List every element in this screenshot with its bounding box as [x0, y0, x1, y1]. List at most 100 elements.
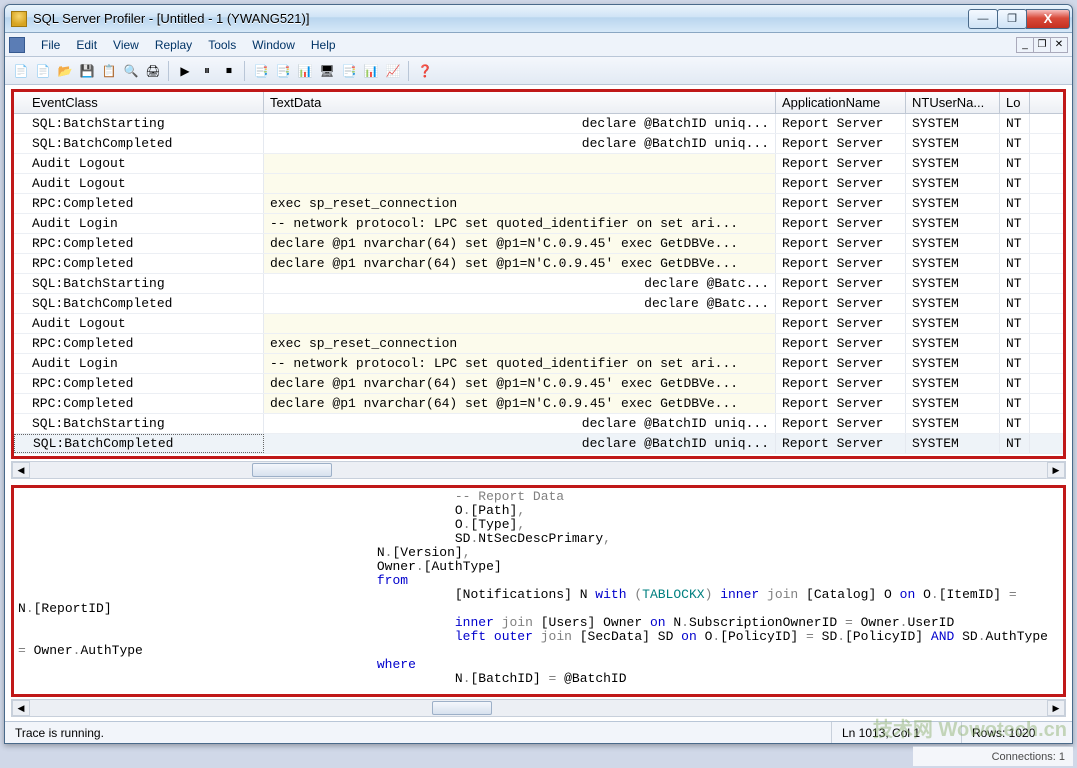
mdi-system-icon[interactable]: [9, 37, 25, 53]
cell: SYSTEM: [906, 374, 1000, 393]
toolbar-button-14[interactable]: 📊: [295, 61, 315, 81]
toolbar-button-20[interactable]: ❓: [415, 61, 435, 81]
sql-line: Owner.[AuthType]: [18, 560, 1059, 574]
cell: Audit Login: [14, 214, 264, 233]
cell: SQL:BatchCompleted: [14, 134, 264, 153]
cell: Audit Login: [14, 354, 264, 373]
table-row[interactable]: SQL:BatchStartingdeclare @BatchID uniq..…: [14, 114, 1063, 134]
table-row[interactable]: SQL:BatchStartingdeclare @Batc...Report …: [14, 274, 1063, 294]
table-row[interactable]: Audit LogoutReport ServerSYSTEMNT: [14, 154, 1063, 174]
status-position: Ln 1013, Col 1: [832, 722, 962, 743]
table-row[interactable]: SQL:BatchCompleteddeclare @Batc...Report…: [14, 294, 1063, 314]
scroll-left-arrow-icon[interactable]: ◀: [12, 700, 30, 716]
table-row[interactable]: RPC:Completeddeclare @p1 nvarchar(64) se…: [14, 254, 1063, 274]
grid-horizontal-scrollbar[interactable]: ◀ ▶: [11, 461, 1066, 479]
toolbar-button-0[interactable]: 📄: [11, 61, 31, 81]
cell: SYSTEM: [906, 174, 1000, 193]
mdi-restore-button[interactable]: ❐: [1033, 37, 1051, 53]
table-row[interactable]: RPC:Completeddeclare @p1 nvarchar(64) se…: [14, 234, 1063, 254]
table-row[interactable]: RPC:Completedexec sp_reset_connectionRep…: [14, 334, 1063, 354]
cell: NT: [1000, 374, 1030, 393]
toolbar-button-13[interactable]: 📑: [273, 61, 293, 81]
table-row[interactable]: RPC:Completedexec sp_reset_connectionRep…: [14, 194, 1063, 214]
toolbar-button-9[interactable]: ⏸: [197, 61, 217, 81]
cell: SYSTEM: [906, 194, 1000, 213]
sql-line: = Owner.AuthType: [18, 644, 1059, 658]
menu-view[interactable]: View: [105, 36, 147, 54]
cell: declare @BatchID uniq...: [264, 434, 776, 453]
cell: declare @BatchID uniq...: [264, 134, 776, 153]
cell: SQL:BatchCompleted: [14, 294, 264, 313]
toolbar-button-16[interactable]: 📑: [339, 61, 359, 81]
toolbar-button-6[interactable]: 🖨: [143, 61, 163, 81]
toolbar-button-17[interactable]: 📊: [361, 61, 381, 81]
toolbar-button-10[interactable]: ⏹: [219, 61, 239, 81]
cell: NT: [1000, 414, 1030, 433]
table-row[interactable]: RPC:Completeddeclare @p1 nvarchar(64) se…: [14, 374, 1063, 394]
column-header-user[interactable]: NTUserNa...: [906, 92, 1000, 113]
table-row[interactable]: SQL:BatchCompleteddeclare @BatchID uniq.…: [14, 434, 1063, 454]
toolbar-button-3[interactable]: 💾: [77, 61, 97, 81]
grid-header-row[interactable]: EventClassTextDataApplicationNameNTUserN…: [14, 92, 1063, 114]
menu-tools[interactable]: Tools: [200, 36, 244, 54]
scroll-right-arrow-icon[interactable]: ▶: [1047, 462, 1065, 478]
column-header-event[interactable]: EventClass: [14, 92, 264, 113]
cell: RPC:Completed: [14, 194, 264, 213]
table-row[interactable]: Audit Login-- network protocol: LPC set …: [14, 214, 1063, 234]
close-button[interactable]: X: [1026, 9, 1070, 29]
scroll-right-arrow-icon[interactable]: ▶: [1047, 700, 1065, 716]
cell: [264, 314, 776, 333]
sql-line: N.[ReportID]: [18, 602, 1059, 616]
sql-line: inner join [Users] Owner on N.Subscripti…: [18, 616, 1059, 630]
column-header-app[interactable]: ApplicationName: [776, 92, 906, 113]
toolbar-button-12[interactable]: 📑: [251, 61, 271, 81]
menu-help[interactable]: Help: [303, 36, 344, 54]
sql-line: SD.NtSecDescPrimary,: [18, 532, 1059, 546]
mdi-close-button[interactable]: ✕: [1050, 37, 1068, 53]
titlebar[interactable]: SQL Server Profiler - [Untitled - 1 (YWA…: [5, 5, 1072, 33]
cell: NT: [1000, 274, 1030, 293]
sql-line: from: [18, 574, 1059, 588]
table-row[interactable]: Audit LogoutReport ServerSYSTEMNT: [14, 174, 1063, 194]
work-area: EventClassTextDataApplicationNameNTUserN…: [5, 85, 1072, 721]
statusbar: Trace is running. Ln 1013, Col 1 Rows: 1…: [5, 721, 1072, 743]
sql-detail-pane[interactable]: -- Report Data O.[Path], O.[Type],: [11, 485, 1066, 697]
toolbar-button-1[interactable]: 📄: [33, 61, 53, 81]
table-row[interactable]: SQL:BatchCompleteddeclare @BatchID uniq.…: [14, 134, 1063, 154]
menu-window[interactable]: Window: [244, 36, 303, 54]
toolbar-button-15[interactable]: 🖥: [317, 61, 337, 81]
cell: Report Server: [776, 174, 906, 193]
scroll-thumb[interactable]: [252, 463, 332, 477]
cell: Report Server: [776, 114, 906, 133]
mdi-minimize-button[interactable]: _: [1016, 37, 1034, 53]
maximize-button[interactable]: ❐: [997, 9, 1027, 29]
cell: SQL:BatchStarting: [14, 274, 264, 293]
scroll-left-arrow-icon[interactable]: ◀: [12, 462, 30, 478]
toolbar-button-4[interactable]: 📋: [99, 61, 119, 81]
table-row[interactable]: Audit LogoutReport ServerSYSTEMNT: [14, 314, 1063, 334]
table-row[interactable]: SQL:BatchStartingdeclare @BatchID uniq..…: [14, 414, 1063, 434]
cell: Report Server: [776, 434, 906, 453]
toolbar-button-18[interactable]: 📈: [383, 61, 403, 81]
column-header-text[interactable]: TextData: [264, 92, 776, 113]
minimize-button[interactable]: —: [968, 9, 998, 29]
table-row[interactable]: Audit Login-- network protocol: LPC set …: [14, 354, 1063, 374]
detail-horizontal-scrollbar[interactable]: ◀ ▶: [11, 699, 1066, 717]
cell: RPC:Completed: [14, 334, 264, 353]
cell: [264, 174, 776, 193]
status-message: Trace is running.: [5, 722, 832, 743]
column-header-log[interactable]: Lo: [1000, 92, 1030, 113]
table-row[interactable]: RPC:Completeddeclare @p1 nvarchar(64) se…: [14, 394, 1063, 414]
trace-grid[interactable]: EventClassTextDataApplicationNameNTUserN…: [14, 92, 1063, 456]
toolbar-button-5[interactable]: 🔍: [121, 61, 141, 81]
menu-file[interactable]: File: [33, 36, 68, 54]
scroll-thumb[interactable]: [432, 701, 492, 715]
toolbar-button-2[interactable]: 📂: [55, 61, 75, 81]
toolbar-separator: [408, 61, 410, 81]
menu-edit[interactable]: Edit: [68, 36, 105, 54]
window-title: SQL Server Profiler - [Untitled - 1 (YWA…: [33, 11, 968, 26]
cell: Report Server: [776, 334, 906, 353]
toolbar-button-8[interactable]: ▶: [175, 61, 195, 81]
menu-replay[interactable]: Replay: [147, 36, 200, 54]
cell: Audit Logout: [14, 314, 264, 333]
